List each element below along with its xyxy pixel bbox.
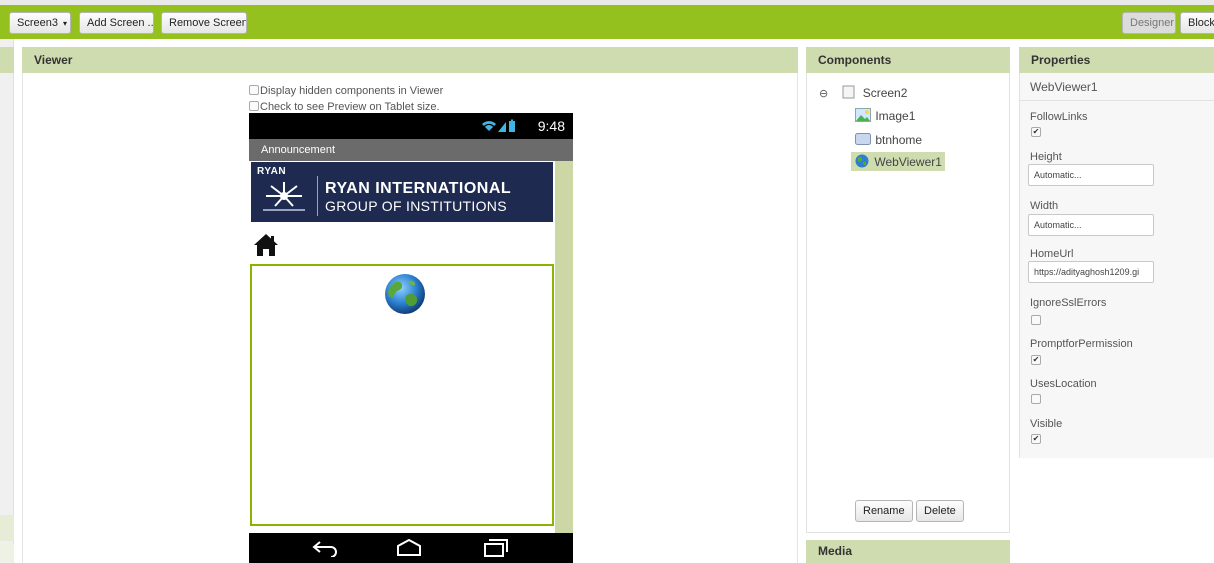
phone-screen: RYAN RYAN INTERNATIONAL GROUP OF INSTITU… (249, 161, 555, 533)
properties-header: Properties (1019, 47, 1214, 73)
delete-button[interactable]: Delete (916, 500, 964, 522)
button-icon (855, 132, 871, 146)
prop-label-homeurl: HomeUrl (1030, 248, 1074, 260)
palette-section (0, 544, 14, 562)
display-hidden-label: Display hidden components in Viewer (260, 85, 444, 97)
palette-collapsed (0, 39, 14, 563)
prop-label-visible: Visible (1030, 418, 1063, 430)
ryan-logo-image[interactable]: RYAN RYAN INTERNATIONAL GROUP OF INSTITU… (251, 162, 553, 222)
tree-label-btnhome: btnhome (875, 133, 923, 147)
banner-title: RYAN INTERNATIONAL (325, 180, 512, 197)
tree-item-btnhome[interactable]: btnhome (855, 132, 922, 147)
image-icon (855, 108, 871, 122)
prop-label-promptforpermission: PromptforPermission (1030, 338, 1133, 350)
tree-item-webviewer1[interactable]: WebViewer1 (851, 152, 945, 171)
tree-label-image1: Image1 (875, 109, 916, 123)
homeurl-field[interactable]: https://adityaghosh1209.gi (1028, 261, 1154, 283)
screen-selector-label: Screen3 (17, 17, 58, 29)
useslocation-checkbox[interactable] (1031, 394, 1041, 404)
phone-preview: 9:48 Announcement RYAN RYAN INTERNATIONA… (249, 113, 573, 563)
components-panel: ⊖ Screen2 Image1 btnhome WebViewer1 Rena… (806, 73, 1010, 533)
webviewer-icon (854, 154, 870, 168)
home-icon[interactable] (253, 233, 279, 260)
palette-header (0, 47, 14, 73)
status-time: 9:48 (537, 118, 565, 134)
screen-icon (842, 85, 858, 99)
visible-checkbox[interactable]: ✔ (1031, 434, 1041, 444)
components-header: Components (806, 47, 1010, 73)
prop-label-ignoresslerrors: IgnoreSslErrors (1030, 297, 1107, 309)
banner-subtitle: GROUP OF INSTITUTIONS (325, 198, 507, 214)
designer-button[interactable]: Designer (1122, 12, 1176, 34)
display-hidden-checkbox[interactable] (249, 85, 259, 95)
collapse-icon[interactable]: ⊖ (819, 87, 831, 100)
webviewer-frame[interactable] (250, 264, 554, 526)
tablet-preview-label: Check to see Preview on Tablet size. (260, 101, 440, 113)
blocks-button[interactable]: Block (1180, 12, 1214, 34)
display-hidden-option[interactable]: Display hidden components in Viewer (249, 85, 443, 97)
home-nav-icon[interactable] (395, 538, 423, 560)
banner-small-text: RYAN (257, 166, 287, 177)
phone-scroll-rail (555, 161, 573, 533)
selected-component-name: WebViewer1 (1020, 73, 1214, 101)
tree-item-image1[interactable]: Image1 (855, 108, 915, 123)
promptforpermission-checkbox[interactable]: ✔ (1031, 355, 1041, 365)
back-icon[interactable] (311, 539, 339, 560)
emblem-icon (259, 178, 309, 217)
palette-section (0, 515, 14, 541)
app-title-bar: Announcement (249, 139, 573, 161)
remove-screen-button[interactable]: Remove Screen (161, 12, 247, 34)
properties-panel: WebViewer1 FollowLinks ✔ Height Automati… (1019, 73, 1214, 458)
prop-label-useslocation: UsesLocation (1030, 378, 1097, 390)
signal-icon (481, 119, 517, 136)
tree-label-webviewer1: WebViewer1 (874, 155, 942, 169)
designer-toolbar: Screen3 ▾ Add Screen ... Remove Screen D… (0, 5, 1214, 39)
globe-icon (383, 273, 427, 318)
android-nav-bar (249, 533, 573, 563)
rename-button[interactable]: Rename (855, 500, 913, 522)
banner-divider (317, 176, 318, 216)
status-bar: 9:48 (249, 113, 573, 139)
prop-label-height: Height (1030, 151, 1062, 163)
followlinks-checkbox[interactable]: ✔ (1031, 127, 1041, 137)
tablet-preview-checkbox[interactable] (249, 101, 259, 111)
recents-icon[interactable] (481, 538, 509, 561)
tablet-preview-option[interactable]: Check to see Preview on Tablet size. (249, 101, 440, 113)
height-field[interactable]: Automatic... (1028, 164, 1154, 186)
add-screen-button[interactable]: Add Screen ... (79, 12, 154, 34)
screen-selector-dropdown[interactable]: Screen3 ▾ (9, 12, 71, 34)
tree-root-screen2[interactable]: ⊖ Screen2 (819, 85, 907, 100)
media-header: Media (806, 540, 1010, 563)
viewer-header: Viewer (22, 47, 798, 73)
chevron-down-icon: ▾ (63, 19, 68, 28)
ignoresslerrors-checkbox[interactable] (1031, 315, 1041, 325)
prop-label-width: Width (1030, 200, 1059, 212)
width-field[interactable]: Automatic... (1028, 214, 1154, 236)
prop-label-followlinks: FollowLinks (1030, 111, 1088, 123)
tree-label-screen2: Screen2 (862, 86, 908, 100)
